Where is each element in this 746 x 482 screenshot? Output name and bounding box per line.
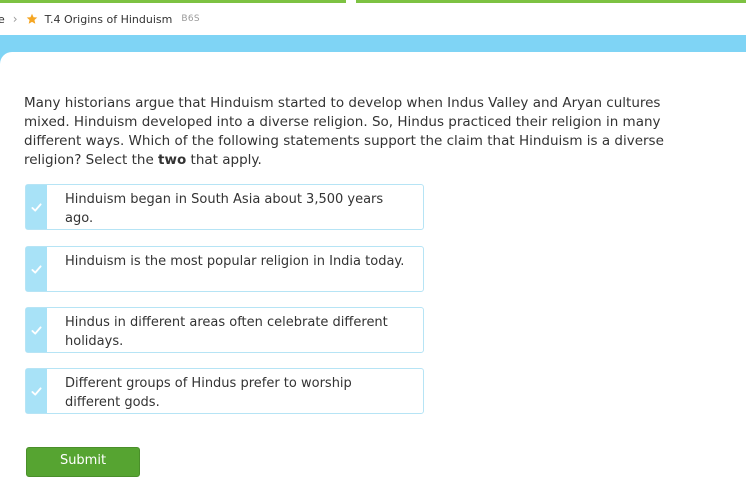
choice-text: Hinduism is the most popular religion in… xyxy=(65,254,405,269)
breadcrumb-previous[interactable]: e xyxy=(0,13,5,26)
question-emphasis: two xyxy=(158,152,187,168)
choice-checkbox[interactable] xyxy=(26,185,47,229)
star-icon[interactable] xyxy=(26,13,38,25)
checkmark-icon xyxy=(31,325,42,335)
choice-text: Different groups of Hindus prefer to wor… xyxy=(65,376,352,410)
breadcrumb: e › T.4 Origins of Hinduism B6S xyxy=(0,3,746,35)
checkmark-icon xyxy=(31,202,42,212)
choice-text: Hindus in different areas often celebrat… xyxy=(65,315,388,349)
skill-code: B6S xyxy=(181,14,200,24)
answer-choice-3[interactable]: Hindus in different areas often celebrat… xyxy=(25,307,424,353)
answer-choice-4[interactable]: Different groups of Hindus prefer to wor… xyxy=(25,368,424,414)
submit-button[interactable]: Submit xyxy=(26,447,140,477)
question-prompt: Many historians argue that Hinduism star… xyxy=(24,95,664,168)
choice-checkbox[interactable] xyxy=(26,308,47,352)
choice-text: Hinduism began in South Asia about 3,500… xyxy=(65,192,384,226)
question-text: Many historians argue that Hinduism star… xyxy=(24,94,684,170)
question-suffix: that apply. xyxy=(186,152,262,168)
choice-checkbox[interactable] xyxy=(26,247,47,291)
checkmark-icon xyxy=(31,386,42,396)
skill-title: T.4 Origins of Hinduism xyxy=(44,12,173,26)
answer-choice-2[interactable]: Hinduism is the most popular religion in… xyxy=(25,246,424,292)
checkmark-icon xyxy=(31,264,42,274)
chevron-right-icon: › xyxy=(12,12,18,26)
choice-checkbox[interactable] xyxy=(26,369,47,413)
answer-choice-1[interactable]: Hinduism began in South Asia about 3,500… xyxy=(25,184,424,230)
